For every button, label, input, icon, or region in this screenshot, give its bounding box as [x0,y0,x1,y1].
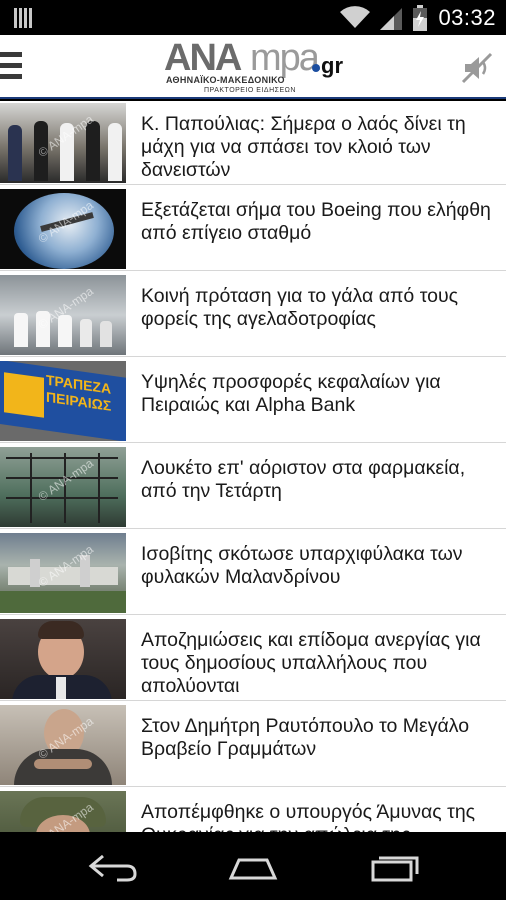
news-thumbnail: © ANA-mpa [0,275,126,355]
cell-signal-icon [380,8,403,30]
notification-bars-icon [14,8,34,28]
status-bar: 03:32 [0,0,506,35]
news-list: © ANA-mpa Κ. Παπούλιας: Σήμερα ο λαός δί… [0,101,506,832]
news-headline: Αποζημιώσεις και επίδομα ανεργίας για το… [141,629,481,697]
news-thumbnail: © ANA-mpa [0,447,126,527]
news-thumbnail: © ANA-mpa [0,705,126,785]
news-thumbnail [0,619,126,699]
logo-tagline: ΠΡΑΚΤΟΡΕΙΟ ΕΙΔΗΣΕΩΝ [204,87,296,94]
news-headline: Λουκέτο επ' αόριστον στα φαρμακεία, από … [141,457,466,502]
logo-mpa: mpa [250,37,320,79]
news-headline: Αποπέμφθηκε ο υπουργός Άμυνας της Ουκραν… [141,801,476,832]
news-thumbnail: © ANA-mpa [0,533,126,613]
news-item[interactable]: © ANA-mpa Λουκέτο επ' αόριστον στα φαρμα… [0,445,506,529]
recent-apps-icon[interactable] [363,846,423,886]
logo-dot [312,64,320,72]
news-headline: Κ. Παπούλιας: Σήμερα ο λαός δίνει τη μάχ… [141,113,466,181]
navigation-bar [0,832,506,900]
clock: 03:32 [438,5,496,30]
logo-ana: ANA [164,37,242,79]
news-thumbnail: © ANA-mpa [0,189,126,269]
news-thumbnail: ΤΡΑΠΕΖΑ ΠΕΙΡΑΙΩΣ [0,361,126,441]
news-headline: Εξετάζεται σήμα του Boeing που ελήφθη απ… [141,199,491,244]
news-headline: Ισοβίτης σκότωσε υπαρχιφύλακα των φυλακώ… [141,543,463,588]
news-thumbnail: © ANA-mpa [0,103,126,183]
news-item[interactable]: © ANA-mpa Ισοβίτης σκότωσε υπαρχιφύλακα … [0,531,506,615]
news-headline: Υψηλές προσφορές κεφαλαίων για Πειραιώς … [141,371,441,416]
logo-subtitle: ΑΘΗΝΑΪΚΟ-ΜΑΚΕΔΟΝΙΚΟ [166,75,285,85]
home-icon[interactable] [223,846,283,886]
news-item[interactable]: © ANA-mpa Στον Δημήτρη Ραυτόπουλο το Μεγ… [0,703,506,787]
news-headline: Κοινή πρόταση για το γάλα από τους φορεί… [141,285,459,330]
news-item[interactable]: © ANA-mpa Κοινή πρόταση για το γάλα από … [0,273,506,357]
news-item[interactable]: © ANA-mpa Εξετάζεται σήμα του Boeing που… [0,187,506,271]
back-icon[interactable] [83,846,143,886]
wifi-icon [340,6,371,28]
news-item[interactable]: © ANA-mpa Αποπέμφθηκε ο υπουργός Άμυνας … [0,789,506,832]
logo-domain: gr [321,53,343,78]
news-headline: Στον Δημήτρη Ραυτόπουλο το Μεγάλο Βραβεί… [141,715,470,760]
news-thumbnail: © ANA-mpa [0,791,126,832]
battery-icon [413,5,428,31]
menu-icon[interactable] [0,52,24,82]
news-item[interactable]: Αποζημιώσεις και επίδομα ανεργίας για το… [0,617,506,701]
mute-icon[interactable] [460,51,494,85]
app-header: ANA mpa gr ΑΘΗΝΑΪΚΟ-ΜΑΚΕΔΟΝΙΚΟ ΠΡΑΚΤΟΡΕΙ… [0,35,506,99]
logo: ANA mpa gr ΑΘΗΝΑΪΚΟ-ΜΑΚΕΔΟΝΙΚΟ ΠΡΑΚΤΟΡΕΙ… [164,37,354,95]
news-item[interactable]: © ANA-mpa Κ. Παπούλιας: Σήμερα ο λαός δί… [0,101,506,185]
news-item[interactable]: ΤΡΑΠΕΖΑ ΠΕΙΡΑΙΩΣ Υψηλές προσφορές κεφαλα… [0,359,506,443]
